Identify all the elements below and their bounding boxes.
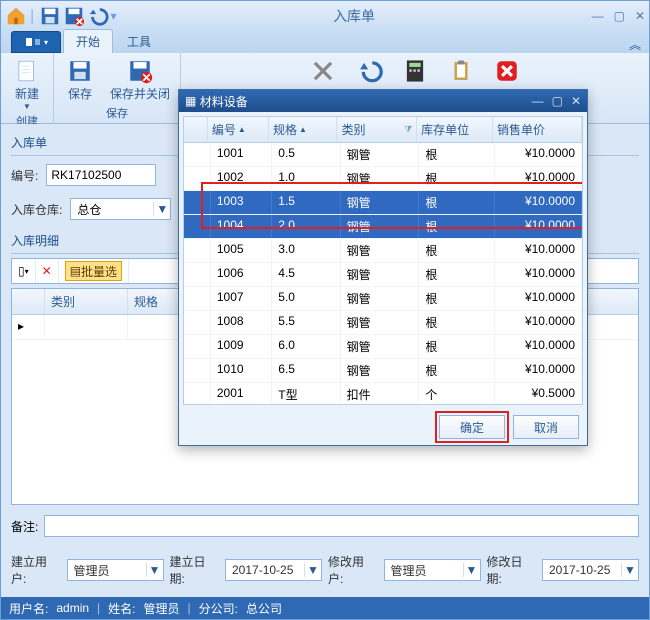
calc-button[interactable]: [395, 55, 435, 87]
qat-undo-icon[interactable]: [87, 5, 109, 27]
title-bar: │ ▾ 入库单 — ▢ ✕: [1, 1, 649, 31]
dialog-grid-header: 编号▲ 规格▲ 类别⧩ 库存单位 销售单价: [184, 117, 582, 143]
material-dialog: ▦ 材料设备 — ▢ ✕ 编号▲ 规格▲ 类别⧩ 库存单位 销售单价 10010…: [178, 89, 588, 446]
delete-icon: [307, 57, 339, 85]
dcol-spec[interactable]: 规格▲: [269, 117, 338, 142]
mod-date-combo[interactable]: 2017-10-25▼: [542, 559, 639, 581]
exit-icon: [491, 57, 523, 85]
new-icon: [11, 57, 43, 85]
create-date-combo[interactable]: 2017-10-25▼: [225, 559, 322, 581]
dcol-category[interactable]: 类别⧩: [337, 117, 417, 142]
dialog-row[interactable]: 10042.0钢管根¥10.0000: [184, 215, 582, 239]
mod-user-label: 修改用户:: [328, 553, 378, 587]
dialog-row[interactable]: 10075.0钢管根¥10.0000: [184, 287, 582, 311]
dialog-row[interactable]: 10021.0钢管根¥10.0000: [184, 167, 582, 191]
exit-button[interactable]: [487, 55, 527, 87]
bulk-select-button[interactable]: ▤ 批量选: [59, 259, 129, 283]
save-button[interactable]: 保存: [60, 55, 100, 104]
warehouse-combo[interactable]: 总仓 ▼: [70, 198, 171, 220]
mod-user-combo[interactable]: 管理员▼: [384, 559, 481, 581]
dcol-price[interactable]: 销售单价: [493, 117, 582, 142]
create-user-label: 建立用户:: [11, 553, 61, 587]
minimize-button[interactable]: —: [592, 9, 604, 23]
detail-new-button[interactable]: ▯▾: [12, 259, 36, 283]
main-window: │ ▾ 入库单 — ▢ ✕ ▾ 开始 工具 ︽ 新建 ▼: [0, 0, 650, 620]
dialog-row[interactable]: 10064.5钢管根¥10.0000: [184, 263, 582, 287]
dialog-row[interactable]: 10031.5钢管根¥10.0000: [184, 191, 582, 215]
warehouse-label: 入库仓库:: [11, 201, 62, 218]
mod-date-label: 修改日期:: [487, 553, 537, 587]
tab-start[interactable]: 开始: [63, 29, 113, 53]
create-date-label: 建立日期:: [170, 553, 220, 587]
window-title: 入库单: [117, 6, 592, 26]
ribbon-group-save: 保存 保存并关闭 保存: [54, 53, 181, 123]
dialog-row[interactable]: 2001T型扣件个¥0.5000: [184, 383, 582, 404]
dialog-titlebar: ▦ 材料设备 — ▢ ✕: [179, 90, 587, 112]
save-icon: [64, 57, 96, 85]
delete-button[interactable]: [303, 55, 343, 87]
list-icon: ▤: [70, 264, 81, 278]
detail-delete-button[interactable]: ✕: [36, 259, 59, 283]
dialog-minimize-button[interactable]: —: [532, 94, 544, 108]
undo-button[interactable]: [349, 55, 389, 87]
new-button[interactable]: 新建 ▼: [7, 55, 47, 113]
save-close-button[interactable]: 保存并关闭: [106, 55, 174, 104]
tab-tools[interactable]: 工具: [115, 30, 163, 53]
create-user-combo[interactable]: 管理员▼: [67, 559, 164, 581]
cancel-button[interactable]: 取消: [513, 415, 579, 439]
save-close-icon: [124, 57, 156, 85]
close-button[interactable]: ✕: [635, 9, 645, 23]
calculator-icon: [399, 57, 431, 85]
dialog-row[interactable]: 10010.5钢管根¥10.0000: [184, 143, 582, 167]
page-icon: ▯: [18, 264, 25, 278]
dialog-row[interactable]: 10106.5钢管根¥10.0000: [184, 359, 582, 383]
col-category[interactable]: 类别: [45, 289, 128, 314]
quick-access-toolbar: │ ▾: [5, 5, 117, 27]
chevron-down-icon: ▼: [153, 202, 170, 216]
dialog-row-selector-header: [184, 117, 208, 142]
ribbon-group-create: 新建 ▼ 创建: [1, 53, 54, 123]
code-field[interactable]: RK17102500: [46, 164, 156, 186]
dialog-row[interactable]: 10096.0钢管根¥10.0000: [184, 335, 582, 359]
ribbon-tabs: ▾ 开始 工具 ︽: [1, 31, 649, 53]
remark-field[interactable]: [44, 515, 639, 537]
qat-save-close-icon[interactable]: [63, 5, 85, 27]
dialog-grid[interactable]: 编号▲ 规格▲ 类别⧩ 库存单位 销售单价 10010.5钢管根¥10.0000…: [183, 116, 583, 405]
dialog-row[interactable]: 10053.0钢管根¥10.0000: [184, 239, 582, 263]
maximize-button[interactable]: ▢: [614, 9, 625, 23]
dialog-close-button[interactable]: ✕: [571, 94, 581, 108]
row-selector-header: [12, 289, 45, 314]
status-bar: 用户名:admin | 姓名:管理员 | 分公司:总公司: [1, 597, 649, 619]
dcol-unit[interactable]: 库存单位: [417, 117, 493, 142]
x-icon: ✕: [42, 264, 52, 278]
ok-button[interactable]: 确定: [439, 415, 505, 439]
clipboard-icon: [445, 57, 477, 85]
dialog-row[interactable]: 10085.5钢管根¥10.0000: [184, 311, 582, 335]
home-icon[interactable]: [5, 5, 27, 27]
filter-icon[interactable]: ⧩: [404, 124, 412, 135]
app-menu-button[interactable]: ▾: [11, 31, 61, 53]
dcol-code[interactable]: 编号▲: [208, 117, 269, 142]
grid-icon: ▦: [185, 94, 196, 108]
dialog-title: 材料设备: [200, 93, 532, 110]
remark-label: 备注:: [11, 518, 38, 535]
undo-icon: [353, 57, 385, 85]
ribbon-collapse-icon[interactable]: ︽: [621, 36, 649, 53]
code-label: 编号:: [11, 167, 38, 184]
paste-button[interactable]: [441, 55, 481, 87]
qat-save-icon[interactable]: [39, 5, 61, 27]
dialog-maximize-button[interactable]: ▢: [552, 94, 563, 108]
